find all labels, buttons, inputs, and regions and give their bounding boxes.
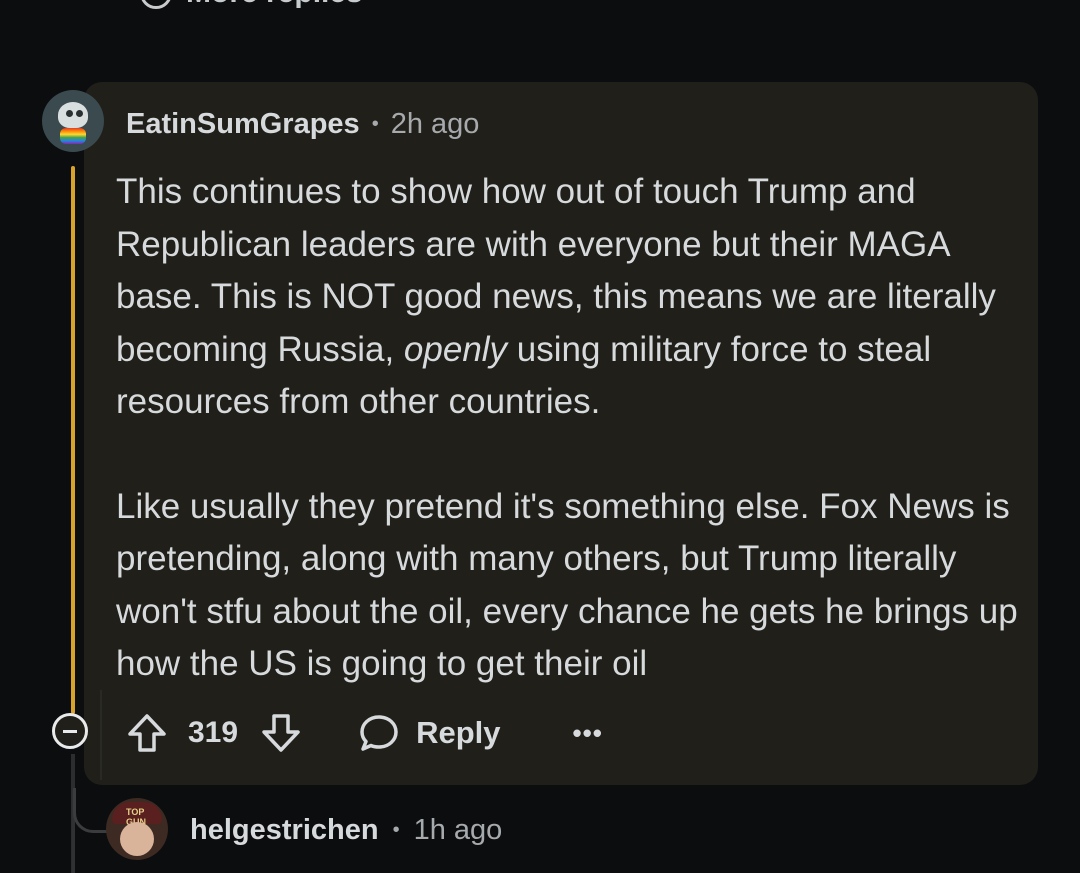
thread-line[interactable] bbox=[71, 166, 75, 714]
child-comment-header: helgestrichen • 1h ago bbox=[190, 810, 502, 850]
avatar-skull-graphic bbox=[58, 102, 88, 128]
avatar-eye bbox=[76, 110, 83, 117]
reply-button[interactable]: Reply bbox=[358, 712, 500, 754]
reddit-comment-thread: More replies EatinSumGrapes • 2h ago Thi… bbox=[0, 0, 1080, 873]
more-replies-label: More replies bbox=[186, 0, 363, 10]
avatar-rainbow-graphic bbox=[60, 128, 86, 144]
thread-divider bbox=[100, 690, 102, 780]
comment-username[interactable]: EatinSumGrapes bbox=[126, 108, 360, 141]
more-replies-link[interactable]: More replies bbox=[140, 0, 363, 10]
avatar-eye bbox=[66, 110, 73, 117]
expand-circle-icon bbox=[140, 0, 172, 9]
comment-paragraph: This continues to show how out of touch … bbox=[116, 166, 1036, 429]
downvote-arrow-icon[interactable] bbox=[260, 712, 302, 754]
reply-label: Reply bbox=[416, 715, 501, 750]
speech-bubble-icon bbox=[358, 712, 400, 754]
comment-body: This continues to show how out of touch … bbox=[116, 166, 1036, 691]
collapse-thread-button[interactable] bbox=[52, 713, 88, 749]
more-options-icon[interactable]: ••• bbox=[572, 718, 602, 749]
avatar[interactable] bbox=[42, 90, 104, 152]
meta-separator: • bbox=[371, 112, 379, 135]
collapse-icon bbox=[63, 730, 77, 733]
comment-paragraph: Like usually they pretend it's something… bbox=[116, 486, 1018, 684]
avatar-face-graphic bbox=[120, 822, 154, 856]
child-avatar[interactable]: TOP GUN bbox=[106, 798, 168, 860]
upvote-arrow-icon[interactable] bbox=[126, 712, 168, 754]
meta-separator: • bbox=[392, 818, 400, 841]
comment-timestamp: 2h ago bbox=[390, 107, 480, 140]
child-comment-username[interactable]: helgestrichen bbox=[190, 814, 379, 847]
comment-action-bar: 319 Reply ••• bbox=[126, 710, 603, 756]
child-comment-timestamp: 1h ago bbox=[413, 813, 503, 846]
comment-header: EatinSumGrapes • 2h ago bbox=[126, 104, 479, 144]
avatar-cap-graphic: TOP GUN bbox=[112, 802, 162, 827]
vote-count: 319 bbox=[188, 716, 239, 749]
comment-emphasis: openly bbox=[403, 329, 508, 369]
